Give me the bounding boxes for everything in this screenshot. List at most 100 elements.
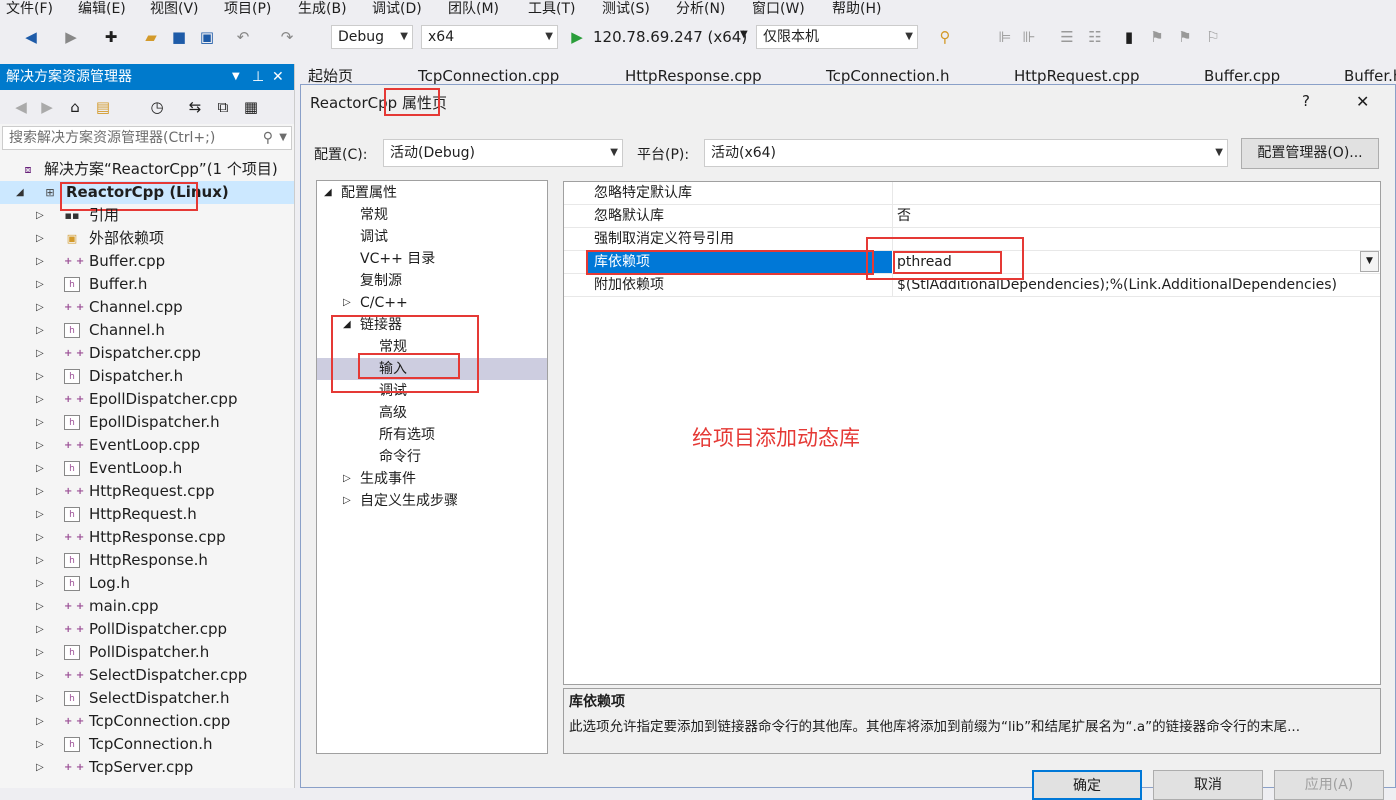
collapsed-icon[interactable]: ▷ bbox=[36, 388, 48, 411]
collapsed-icon[interactable]: ▷ bbox=[343, 468, 351, 490]
menu-help[interactable]: 帮助(H) bbox=[832, 0, 881, 20]
collapsed-icon[interactable]: ▷ bbox=[36, 342, 48, 365]
collapsed-icon[interactable]: ▷ bbox=[36, 365, 48, 388]
forward-icon[interactable]: ▶ bbox=[36, 96, 58, 118]
menu-test[interactable]: 测试(S) bbox=[602, 0, 650, 20]
collapsed-icon[interactable]: ▷ bbox=[36, 687, 48, 710]
debug-scope-select[interactable]: 仅限本机 ▼ bbox=[756, 25, 918, 49]
solution-item[interactable]: ▷ + + main.cpp bbox=[0, 595, 294, 618]
prev-bookmark-icon[interactable]: ⚑ bbox=[1146, 26, 1168, 48]
undo-icon[interactable]: ↶ bbox=[232, 26, 254, 48]
home-icon[interactable]: ⌂ bbox=[64, 96, 86, 118]
collapsed-icon[interactable]: ▷ bbox=[36, 710, 48, 733]
collapsed-icon[interactable]: ▷ bbox=[36, 664, 48, 687]
back-icon[interactable]: ◀ bbox=[20, 26, 42, 48]
dialog-close-button[interactable]: ✕ bbox=[1356, 92, 1369, 111]
cancel-button[interactable]: 取消 bbox=[1153, 770, 1263, 800]
tree-linker[interactable]: 链接器 bbox=[360, 314, 402, 336]
collapsed-icon[interactable]: ▷ bbox=[36, 526, 48, 549]
collapsed-icon[interactable]: ▷ bbox=[36, 756, 48, 779]
menu-project[interactable]: 项目(P) bbox=[224, 0, 271, 20]
solution-item[interactable]: ▷ + + EventLoop.cpp bbox=[0, 434, 294, 457]
expanded-icon[interactable]: ◢ bbox=[324, 182, 332, 204]
tree-linker-input[interactable]: 输入 bbox=[379, 358, 407, 380]
collapsed-icon[interactable]: ▷ bbox=[36, 250, 48, 273]
open-folder-icon[interactable]: ▰ bbox=[140, 26, 162, 48]
menu-debug[interactable]: 调试(D) bbox=[372, 0, 422, 20]
tree-vc-directories[interactable]: VC++ 目录 bbox=[360, 248, 435, 270]
collapse-all-icon[interactable]: ⧉ bbox=[212, 96, 234, 118]
play-icon[interactable]: ▶ bbox=[566, 26, 588, 48]
menu-team[interactable]: 团队(M) bbox=[448, 0, 499, 20]
menu-tools[interactable]: 工具(T) bbox=[528, 0, 575, 20]
menu-file[interactable]: 文件(F) bbox=[6, 0, 53, 20]
history-icon[interactable]: ◷ bbox=[146, 96, 168, 118]
solution-item[interactable]: ▷ + + Dispatcher.cpp bbox=[0, 342, 294, 365]
collapsed-icon[interactable]: ▷ bbox=[36, 572, 48, 595]
search-icon[interactable]: ⚲ bbox=[263, 127, 273, 149]
collapsed-icon[interactable]: ▷ bbox=[36, 549, 48, 572]
tree-cpp[interactable]: C/C++ bbox=[360, 292, 408, 314]
menu-build[interactable]: 生成(B) bbox=[298, 0, 347, 20]
solution-item[interactable]: ▷ h EventLoop.h bbox=[0, 457, 294, 480]
solution-item[interactable]: ▷ h HttpRequest.h bbox=[0, 503, 294, 526]
forward-icon[interactable]: ▶ bbox=[60, 26, 82, 48]
grid-row[interactable]: 附加依赖项 $(StlAdditionalDependencies);%(Lin… bbox=[564, 274, 1380, 297]
solution-item[interactable]: ▷ h Buffer.h bbox=[0, 273, 294, 296]
solution-item[interactable]: ▷ h Channel.h bbox=[0, 319, 294, 342]
new-item-icon[interactable]: ✚ bbox=[100, 26, 122, 48]
solution-item[interactable]: ▷ + + TcpServer.cpp bbox=[0, 756, 294, 779]
tree-copy-source[interactable]: 复制源 bbox=[360, 270, 402, 292]
grid-row-selected[interactable]: 库依赖项 pthread ▼ bbox=[564, 251, 1380, 274]
solution-item[interactable]: ▷ h HttpResponse.h bbox=[0, 549, 294, 572]
collapsed-icon[interactable]: ▷ bbox=[36, 434, 48, 457]
redo-icon[interactable]: ↷ bbox=[276, 26, 298, 48]
platform-select[interactable]: x64 ▼ bbox=[421, 25, 558, 49]
solution-item[interactable]: ▷ + + Buffer.cpp bbox=[0, 250, 294, 273]
chevron-down-icon[interactable]: ▼ bbox=[232, 64, 240, 90]
solution-item[interactable]: ▷ + + SelectDispatcher.cpp bbox=[0, 664, 294, 687]
tree-linker-debugging[interactable]: 调试 bbox=[379, 380, 407, 402]
solution-item[interactable]: ▷ h Dispatcher.h bbox=[0, 365, 294, 388]
align2-icon[interactable]: ⊪ bbox=[1018, 26, 1040, 48]
clear-bookmark-icon[interactable]: ⚐ bbox=[1202, 26, 1224, 48]
tree-build-events[interactable]: 生成事件 bbox=[360, 468, 416, 490]
next-bookmark-icon[interactable]: ⚑ bbox=[1174, 26, 1196, 48]
project-node[interactable]: ◢ ⊞ ReactorCpp (Linux) bbox=[0, 181, 294, 204]
solution-node[interactable]: ⧈ 解决方案“ReactorCpp”(1 个项目) bbox=[0, 158, 294, 181]
menu-window[interactable]: 窗口(W) bbox=[752, 0, 805, 20]
collapsed-icon[interactable]: ▷ bbox=[36, 503, 48, 526]
library-dependencies-input[interactable]: pthread bbox=[897, 251, 952, 273]
collapsed-icon[interactable]: ▷ bbox=[343, 490, 351, 512]
solution-item[interactable]: ▷ ▣ 外部依赖项 bbox=[0, 227, 294, 250]
back-icon[interactable]: ◀ bbox=[10, 96, 32, 118]
expanded-icon[interactable]: ◢ bbox=[16, 181, 28, 204]
solution-item[interactable]: ▷ + + PollDispatcher.cpp bbox=[0, 618, 294, 641]
solution-item[interactable]: ▷ h PollDispatcher.h bbox=[0, 641, 294, 664]
solution-item[interactable]: ▷ + + EpollDispatcher.cpp bbox=[0, 388, 294, 411]
dialog-config-select[interactable]: 活动(Debug) ▼ bbox=[383, 139, 623, 167]
comment-icon[interactable]: ☰ bbox=[1056, 26, 1078, 48]
collapsed-icon[interactable]: ▷ bbox=[36, 227, 48, 250]
solution-item[interactable]: ▷ h SelectDispatcher.h bbox=[0, 687, 294, 710]
solution-item[interactable]: ▷ ▪▪ 引用 bbox=[0, 204, 294, 227]
collapsed-icon[interactable]: ▷ bbox=[36, 273, 48, 296]
tree-config-properties[interactable]: 配置属性 bbox=[341, 182, 397, 204]
switch-view-icon[interactable]: ▤ bbox=[92, 96, 114, 118]
solution-item[interactable]: ▷ h TcpConnection.h bbox=[0, 733, 294, 756]
tree-linker-advanced[interactable]: 高级 bbox=[379, 402, 407, 424]
sync-icon[interactable]: ⇆ bbox=[184, 96, 206, 118]
expanded-icon[interactable]: ◢ bbox=[343, 314, 351, 336]
collapsed-icon[interactable]: ▷ bbox=[36, 618, 48, 641]
save-all-icon[interactable]: ▣ bbox=[196, 26, 218, 48]
collapsed-icon[interactable]: ▷ bbox=[36, 733, 48, 756]
collapsed-icon[interactable]: ▷ bbox=[36, 411, 48, 434]
solution-search-input[interactable]: 搜索解决方案资源管理器(Ctrl+;) ⚲ ▼ bbox=[2, 126, 292, 150]
properties-icon[interactable]: ▦ bbox=[240, 96, 262, 118]
chevron-down-icon[interactable]: ▼ bbox=[1360, 251, 1379, 272]
chevron-down-icon[interactable]: ▼ bbox=[279, 127, 287, 149]
solution-item[interactable]: ▷ + + Channel.cpp bbox=[0, 296, 294, 319]
collapsed-icon[interactable]: ▷ bbox=[343, 292, 351, 314]
ok-button[interactable]: 确定 bbox=[1032, 770, 1142, 800]
apply-button[interactable]: 应用(A) bbox=[1274, 770, 1384, 800]
